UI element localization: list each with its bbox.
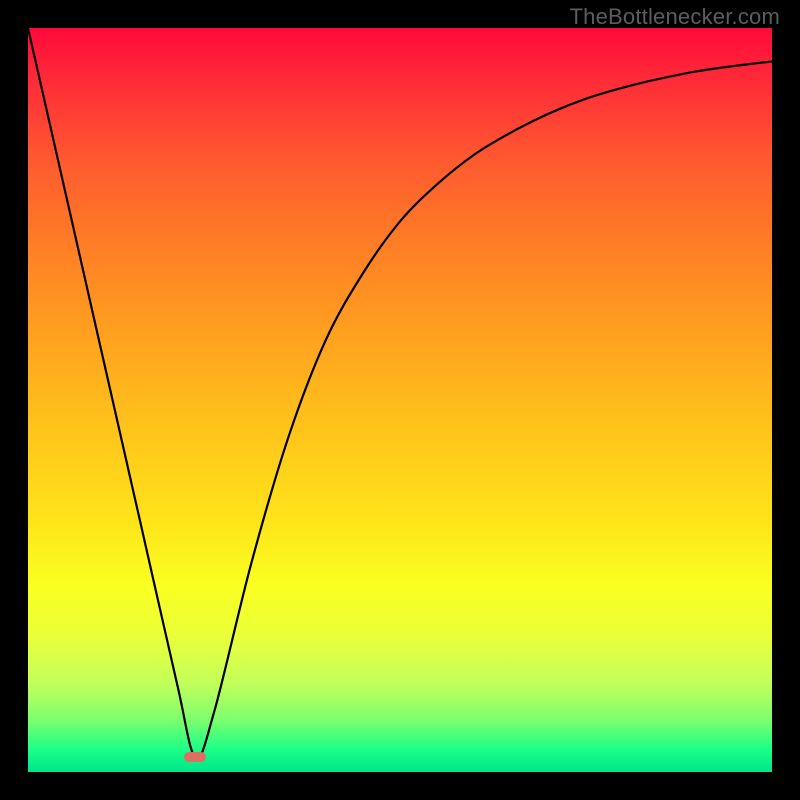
chart-frame: TheBottlenecker.com (0, 0, 800, 800)
plot-area (28, 28, 772, 772)
bottleneck-curve (28, 28, 772, 772)
watermark-text: TheBottlenecker.com (570, 4, 780, 30)
minimum-marker (184, 752, 206, 762)
